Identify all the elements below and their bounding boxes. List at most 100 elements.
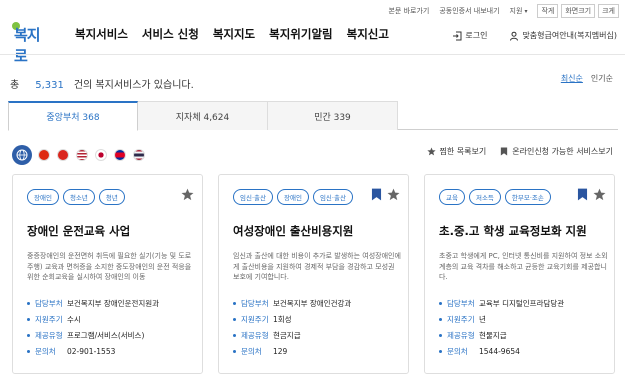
meta-key: 담당부처: [233, 298, 273, 309]
nav-item-welfare-service[interactable]: 복지서비스: [75, 26, 128, 42]
card-meta: 담당부처 보건복지부 장애인운전지원과 지원주기 수시 제공유형 프로그램/서비스(서…: [27, 295, 159, 359]
meta-key: 문의처: [233, 346, 273, 357]
font-small-button[interactable]: 작게: [537, 4, 559, 18]
login-label: 로그인: [465, 31, 488, 40]
card-tags: 임신·출산 장애인 임신·출산: [233, 189, 357, 205]
card-tag[interactable]: 장애인: [277, 189, 309, 205]
meta-row: 담당부처 교육부 디지털인프라담당관: [439, 295, 564, 311]
category-tabs: 중앙부처 368 지자체 4,624 민간 339: [8, 101, 618, 131]
usa-flag-icon[interactable]: [76, 149, 88, 161]
nav-item-crisis-alert[interactable]: 복지위기알림: [269, 26, 332, 42]
japan-flag-icon[interactable]: [95, 149, 107, 161]
meta-key: 지원주기: [27, 314, 67, 325]
meta-key: 문의처: [439, 346, 479, 357]
card-tag[interactable]: 청소년: [62, 189, 95, 205]
card-title[interactable]: 장애인 운전교육 사업: [27, 223, 130, 239]
vietnam-flag-icon[interactable]: [57, 149, 69, 161]
header-actions: 로그인 맞춤형급여안내(복지멤버십): [430, 30, 617, 41]
meta-row: 제공유형 프로그램/서비스(서비스): [27, 327, 159, 343]
service-card[interactable]: 교육 저소득 한부모·조손 초.중.고 학생 교육정보화 지원 초중고 학생에게…: [424, 174, 615, 374]
font-large-button[interactable]: 크게: [598, 4, 619, 18]
tab-central-ministry[interactable]: 중앙부처 368: [8, 101, 138, 131]
service-card[interactable]: 장애인 청소년 청년 장애인 운전교육 사업 중증장애인의 운전면허 취득에 필…: [12, 174, 203, 374]
summary-suffix: 건의 복지서비스가 있습니다.: [73, 80, 194, 91]
meta-value: 수시: [67, 314, 81, 324]
card-tag[interactable]: 저소득: [468, 189, 501, 205]
meta-value: 년: [479, 314, 486, 324]
meta-row: 제공유형 현금지급: [233, 327, 351, 343]
online-apply-filter[interactable]: 온라인신청 가능한 서비스보기: [500, 146, 613, 157]
card-tags: 장애인 청소년 청년: [27, 189, 129, 205]
thailand-flag-icon[interactable]: [133, 149, 145, 161]
result-count: 5,331: [35, 80, 64, 91]
meta-row: 문의처 02-901-1553: [27, 343, 159, 359]
card-tag[interactable]: 임신·출산: [312, 189, 353, 205]
meta-value: 129: [273, 346, 288, 356]
tab-private[interactable]: 민간 339: [268, 101, 398, 130]
logo[interactable]: 복지로: [12, 22, 52, 65]
meta-value: 1회성: [273, 314, 292, 324]
tab-local-government[interactable]: 지자체 4,624: [138, 101, 268, 130]
meta-row: 문의처 1544-9654: [439, 343, 564, 359]
benefit-guide-label: 맞춤형급여안내(복지멤버십): [522, 31, 617, 40]
result-summary: 총 5,331 건의 복지서비스가 있습니다.: [10, 76, 194, 91]
main-nav: 복지서비스 서비스 신청 복지지도 복지위기알림 복지신고: [75, 26, 403, 42]
skip-to-content-link[interactable]: 본문 바로가기: [388, 6, 429, 16]
language-select-value: 지원: [509, 7, 523, 15]
card-tags: 교육 저소득 한부모·조손: [439, 189, 555, 205]
language-flags: [12, 145, 152, 165]
meta-key: 지원주기: [233, 314, 273, 325]
china-flag-icon[interactable]: [38, 149, 50, 161]
meta-row: 담당부처 보건복지부 장애인건강과: [233, 295, 351, 311]
user-icon: [510, 31, 519, 41]
chevron-down-icon: ▾: [524, 7, 528, 15]
meta-value: 현물지급: [479, 330, 507, 340]
online-apply-filter-label: 온라인신청 가능한 서비스보기: [512, 147, 613, 156]
favorite-star-icon[interactable]: [181, 188, 194, 201]
card-tag[interactable]: 임신·출산: [233, 189, 273, 205]
benefit-guide-link[interactable]: 맞춤형급여안내(복지멤버십): [509, 30, 617, 41]
header-divider: [0, 54, 625, 55]
sort-popular[interactable]: 인기순: [591, 73, 613, 84]
utility-bar: 본문 바로가기 공동인증서 내보내기 지원 ▾ 작게 화면크기 크게: [378, 4, 619, 18]
favorites-filter[interactable]: 찜한 목록보기: [426, 146, 487, 157]
meta-value: 프로그램/서비스(서비스): [67, 330, 145, 340]
card-tag[interactable]: 장애인: [27, 189, 59, 205]
favorite-star-icon[interactable]: [387, 188, 400, 201]
cambodia-flag-icon[interactable]: [114, 149, 126, 161]
meta-key: 제공유형: [27, 330, 67, 341]
meta-value: 교육부 디지털인프라담당관: [479, 298, 565, 308]
meta-key: 제공유형: [439, 330, 479, 341]
online-apply-bookmark-icon[interactable]: [577, 188, 588, 201]
card-tag[interactable]: 청년: [98, 189, 125, 205]
service-card[interactable]: 임신·출산 장애인 임신·출산 여성장애인 출산비용지원 임신과 출산에 대한 …: [218, 174, 409, 374]
nav-item-welfare-map[interactable]: 복지지도: [213, 26, 255, 42]
favorite-star-icon[interactable]: [593, 188, 606, 201]
login-link[interactable]: 로그인: [452, 30, 487, 41]
meta-key: 문의처: [27, 346, 67, 357]
nav-item-report[interactable]: 복지신고: [347, 26, 389, 42]
summary-prefix: 총: [10, 80, 20, 91]
globe-icon[interactable]: [12, 145, 32, 165]
card-description: 초중고 학생에게 PC, 인터넷 통신비를 지원하여 정보 소외 계층의 교육 …: [439, 252, 608, 281]
font-default-button[interactable]: 화면크기: [561, 4, 596, 18]
meta-row: 지원주기 1회성: [233, 311, 351, 327]
meta-key: 제공유형: [233, 330, 273, 341]
online-apply-bookmark-icon[interactable]: [371, 188, 382, 201]
card-meta: 담당부처 보건복지부 장애인건강과 지원주기 1회성 제공유형 현금지급 문의처 129: [233, 295, 351, 359]
card-tag[interactable]: 교육: [439, 189, 465, 205]
star-icon: [426, 147, 436, 156]
nav-item-service-apply[interactable]: 서비스 신청: [142, 26, 199, 42]
card-tag[interactable]: 한부모·조손: [504, 189, 551, 205]
meta-key: 담당부처: [439, 298, 479, 309]
card-title[interactable]: 여성장애인 출산비용지원: [233, 223, 353, 239]
card-title[interactable]: 초.중.고 학생 교육정보화 지원: [439, 223, 587, 239]
meta-value: 1544-9654: [479, 346, 520, 356]
favorites-filter-label: 찜한 목록보기: [439, 147, 487, 156]
meta-row: 제공유형 현물지급: [439, 327, 564, 343]
meta-row: 문의처 129: [233, 343, 351, 359]
export-certificate-link[interactable]: 공동인증서 내보내기: [439, 6, 499, 16]
meta-row: 지원주기 년: [439, 311, 564, 327]
sort-latest[interactable]: 최신순: [561, 73, 583, 84]
language-select[interactable]: 지원 ▾: [510, 6, 528, 16]
